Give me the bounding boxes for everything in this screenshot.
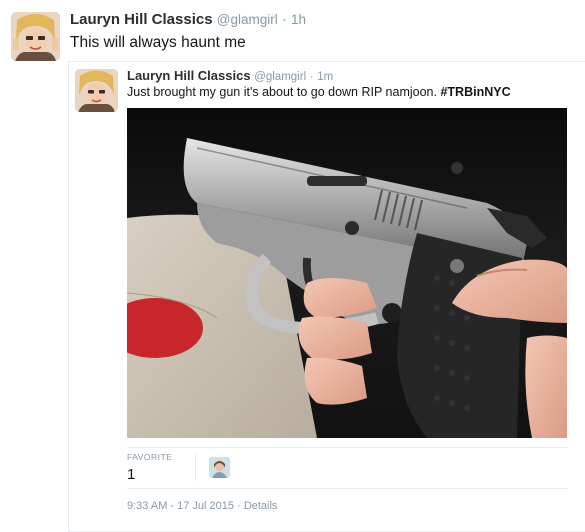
tweet-meta: 9:33 AM - 17 Jul 2015 · Details (127, 500, 277, 512)
quoted-tweet-body: Just brought my gun it's about to go dow… (127, 85, 441, 99)
quote-card-border-left (68, 61, 69, 532)
outer-tweet-time[interactable]: 1h (291, 12, 306, 27)
header-separator: · (281, 11, 287, 28)
profile-photo-icon (209, 457, 230, 478)
quoted-author-name[interactable]: Lauryn Hill Classics (127, 68, 251, 83)
favorite-count[interactable]: 1 (127, 466, 135, 483)
outer-tweet-text: This will always haunt me (70, 34, 246, 51)
outer-avatar[interactable] (11, 12, 60, 61)
favorite-label: FAVORITE (127, 452, 173, 462)
details-link[interactable]: Details (244, 500, 278, 512)
profile-photo-icon (75, 69, 118, 112)
tweet-timestamp: 9:33 AM - 17 Jul 2015 (127, 500, 235, 512)
quoted-tweet-time[interactable]: 1m (317, 71, 333, 83)
quoted-author-handle[interactable]: @glamgirl (254, 71, 306, 83)
tweet-media-photo[interactable] (127, 108, 567, 438)
header-separator: · (309, 71, 314, 83)
meta-separator: · (237, 500, 241, 512)
quoted-tweet-text: Just brought my gun it's about to go dow… (127, 85, 511, 99)
photo-handgun-icon (127, 108, 567, 438)
quoted-tweet-header: Lauryn Hill Classics @glamgirl · 1m (127, 68, 333, 83)
outer-tweet-header: Lauryn Hill Classics @glamgirl · 1h (70, 11, 306, 28)
outer-author-name[interactable]: Lauryn Hill Classics (70, 11, 213, 28)
stats-vertical-divider (195, 453, 196, 481)
favoriter-avatar[interactable] (209, 457, 230, 478)
stats-divider-bottom (127, 488, 567, 489)
profile-photo-icon (11, 12, 60, 61)
outer-author-handle[interactable]: @glamgirl (217, 12, 278, 27)
hashtag-link[interactable]: #TRBinNYC (440, 85, 510, 99)
quoted-avatar[interactable] (75, 69, 118, 112)
quote-card-border-top (68, 61, 585, 62)
stats-divider-top (127, 447, 567, 448)
